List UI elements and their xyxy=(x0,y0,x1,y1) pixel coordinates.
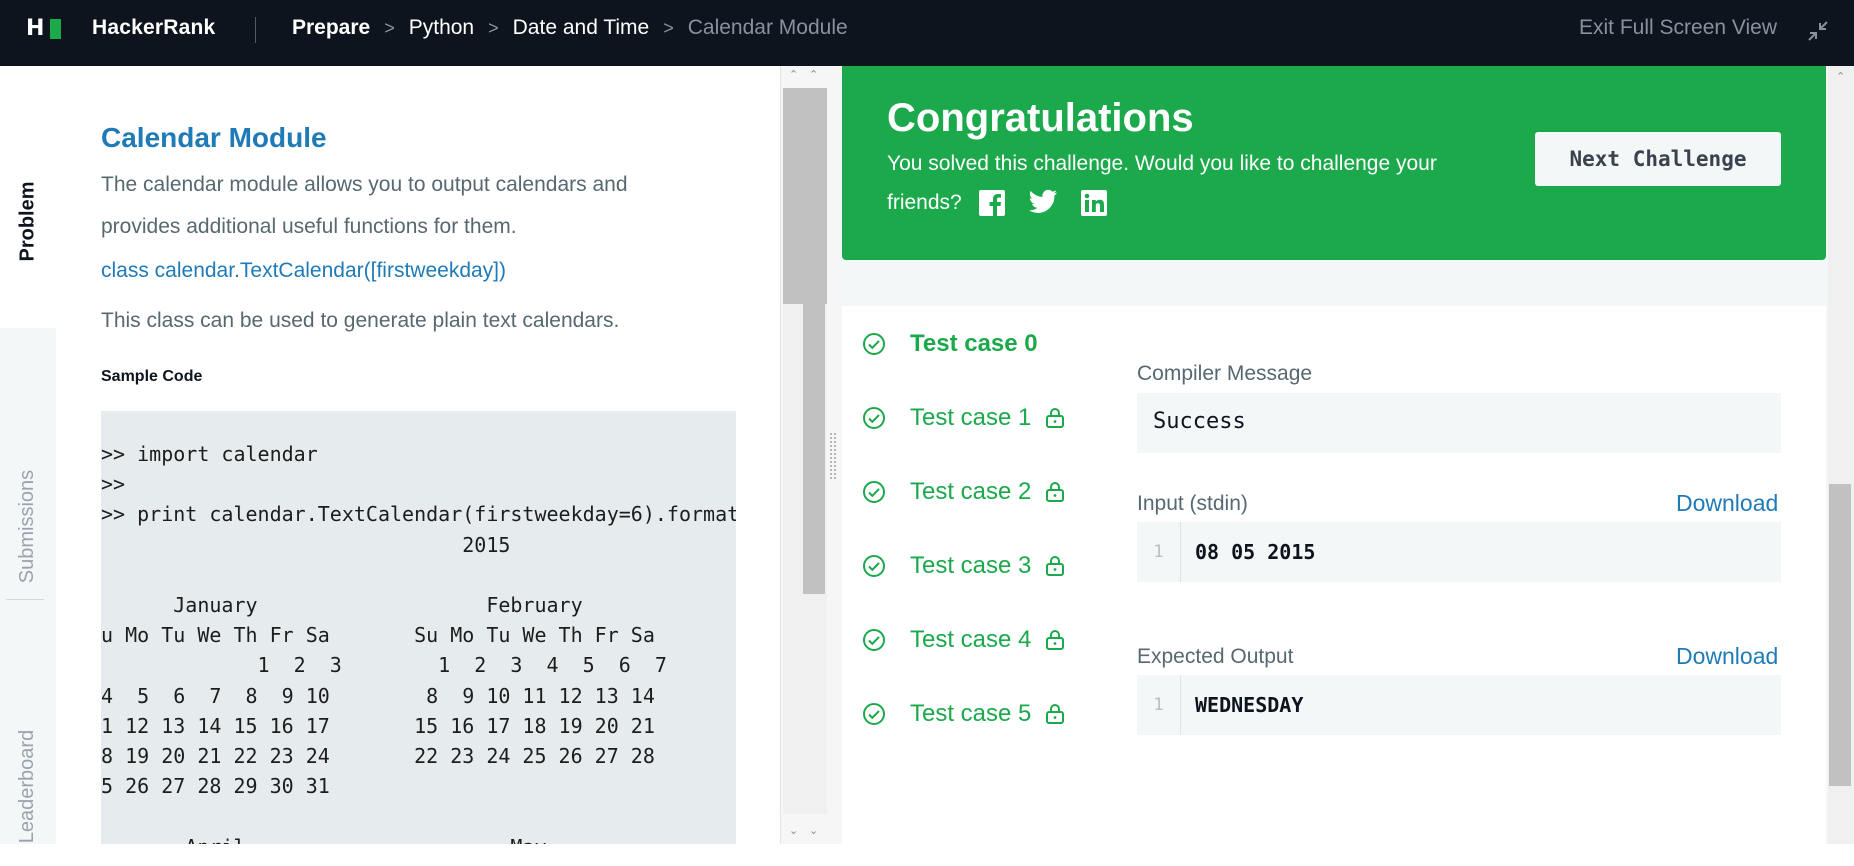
test-case-label: Test case 0 xyxy=(910,330,1038,357)
sample-code-block: >> import calendar >> >> print calendar.… xyxy=(101,411,736,844)
brand-name[interactable]: HackerRank xyxy=(92,16,215,40)
test-case-0[interactable]: Test case 0 xyxy=(862,330,1038,358)
header-divider xyxy=(255,17,256,43)
congratulations-message: You solved this challenge. Would you lik… xyxy=(887,152,1437,214)
exit-full-screen-link[interactable]: Exit Full Screen View xyxy=(1579,16,1777,40)
next-challenge-button[interactable]: Next Challenge xyxy=(1535,132,1781,186)
test-case-label: Test case 5 xyxy=(910,700,1032,727)
results-panel: Congratulations You solved this challeng… xyxy=(842,66,1842,866)
breadcrumb-prepare[interactable]: Prepare xyxy=(292,16,370,40)
tab-leaderboard[interactable]: Leaderboard xyxy=(0,706,56,866)
class-signature: class calendar.TextCalendar([firstweekda… xyxy=(101,259,507,282)
hackerrank-logo-icon[interactable]: H xyxy=(26,18,61,40)
input-value: 08 05 2015 xyxy=(1195,540,1316,564)
scroll-up-icon[interactable]: ⌃ xyxy=(1836,70,1845,83)
lock-icon xyxy=(1046,630,1065,650)
line-number: 1 xyxy=(1137,522,1181,582)
congratulations-text: You solved this challenge. Would you lik… xyxy=(887,144,1507,222)
test-case-2[interactable]: Test case 2 xyxy=(862,478,1065,506)
tab-problem[interactable]: Problem xyxy=(0,146,56,296)
expected-output-value: WEDNESDAY xyxy=(1195,693,1304,717)
test-case-label: Test case 3 xyxy=(910,552,1032,579)
input-box: 1 08 05 2015 xyxy=(1137,522,1781,582)
chevron-right-icon: > xyxy=(663,17,674,38)
test-case-1[interactable]: Test case 1 xyxy=(862,404,1065,432)
panel-splitter[interactable]: ⌃ ⌃ ⌄ ⌄ xyxy=(780,66,842,844)
compiler-message-label: Compiler Message xyxy=(1137,362,1313,385)
test-case-label: Test case 2 xyxy=(910,478,1032,505)
scroll-up-icon[interactable]: ⌃ xyxy=(789,68,798,81)
page-scrollbar[interactable]: ⌃ xyxy=(1828,66,1854,844)
chevron-right-icon: > xyxy=(384,17,395,38)
tab-divider xyxy=(6,599,44,600)
scroll-down-icon[interactable]: ⌄ xyxy=(789,824,798,837)
test-case-4[interactable]: Test case 4 xyxy=(862,626,1065,654)
social-share-icons xyxy=(978,189,1130,218)
lock-icon xyxy=(1046,408,1065,428)
problem-title: Calendar Module xyxy=(101,122,327,153)
resize-grip-icon[interactable] xyxy=(829,432,837,480)
breadcrumb-calendar-module: Calendar Module xyxy=(687,16,848,39)
facebook-icon[interactable] xyxy=(978,189,1006,218)
breadcrumb-python[interactable]: Python xyxy=(409,16,474,40)
expected-output-box: 1 WEDNESDAY xyxy=(1137,675,1781,735)
sample-code-heading: Sample Code xyxy=(101,368,203,385)
linkedin-icon[interactable] xyxy=(1080,189,1108,217)
download-input-link[interactable]: Download xyxy=(1676,490,1778,517)
check-circle-icon xyxy=(863,629,885,651)
check-circle-icon xyxy=(863,703,885,725)
class-description: This class can be used to generate plain… xyxy=(101,309,620,332)
check-circle-icon xyxy=(863,407,885,429)
congratulations-banner: Congratulations You solved this challeng… xyxy=(842,66,1826,260)
download-output-link[interactable]: Download xyxy=(1676,643,1778,670)
compiler-message-box: Success xyxy=(1137,393,1781,453)
lock-icon xyxy=(1046,704,1065,724)
scrollbar-thumb[interactable] xyxy=(803,304,825,594)
check-circle-icon xyxy=(863,481,885,503)
scroll-up-icon[interactable]: ⌃ xyxy=(809,68,818,81)
congratulations-title: Congratulations xyxy=(887,96,1194,140)
lock-icon xyxy=(1046,482,1065,502)
breadcrumb-date-and-time[interactable]: Date and Time xyxy=(513,16,650,40)
problem-description: The calendar module allows you to output… xyxy=(101,173,628,238)
chevron-right-icon: > xyxy=(488,17,499,38)
lock-icon xyxy=(1046,556,1065,576)
line-number: 1 xyxy=(1137,675,1181,735)
scrollbar-thumb[interactable] xyxy=(1829,484,1851,786)
input-label: Input (stdin) xyxy=(1137,492,1248,515)
tab-submissions[interactable]: Submissions xyxy=(0,446,56,606)
breadcrumb: Prepare > Python > Date and Time > Calen… xyxy=(292,16,848,40)
tab-leaderboard-label: Leaderboard xyxy=(16,729,39,843)
check-circle-icon xyxy=(863,333,885,355)
tab-problem-label: Problem xyxy=(16,180,39,262)
sample-code-text: >> import calendar >> >> print calendar.… xyxy=(101,442,736,844)
expected-output-label: Expected Output xyxy=(1137,645,1294,668)
side-tabs: Problem Submissions Leaderboard xyxy=(0,66,56,844)
test-case-5[interactable]: Test case 5 xyxy=(862,700,1065,728)
twitter-icon[interactable] xyxy=(1028,189,1058,215)
scrollbar-thumb[interactable] xyxy=(783,88,827,304)
test-case-label: Test case 4 xyxy=(910,626,1032,653)
problem-panel: Calendar Module The calendar module allo… xyxy=(56,66,780,844)
exit-full-screen-icon[interactable] xyxy=(1806,19,1830,43)
test-results-card: Test case 0 Test case 1 Test case 2 Test… xyxy=(842,306,1826,866)
tab-submissions-label: Submissions xyxy=(16,469,39,583)
test-case-label: Test case 1 xyxy=(910,404,1032,431)
test-case-3[interactable]: Test case 3 xyxy=(862,552,1065,580)
check-circle-icon xyxy=(863,555,885,577)
top-navbar: H HackerRank Prepare > Python > Date and… xyxy=(0,0,1854,66)
scroll-down-icon[interactable]: ⌄ xyxy=(809,824,818,837)
